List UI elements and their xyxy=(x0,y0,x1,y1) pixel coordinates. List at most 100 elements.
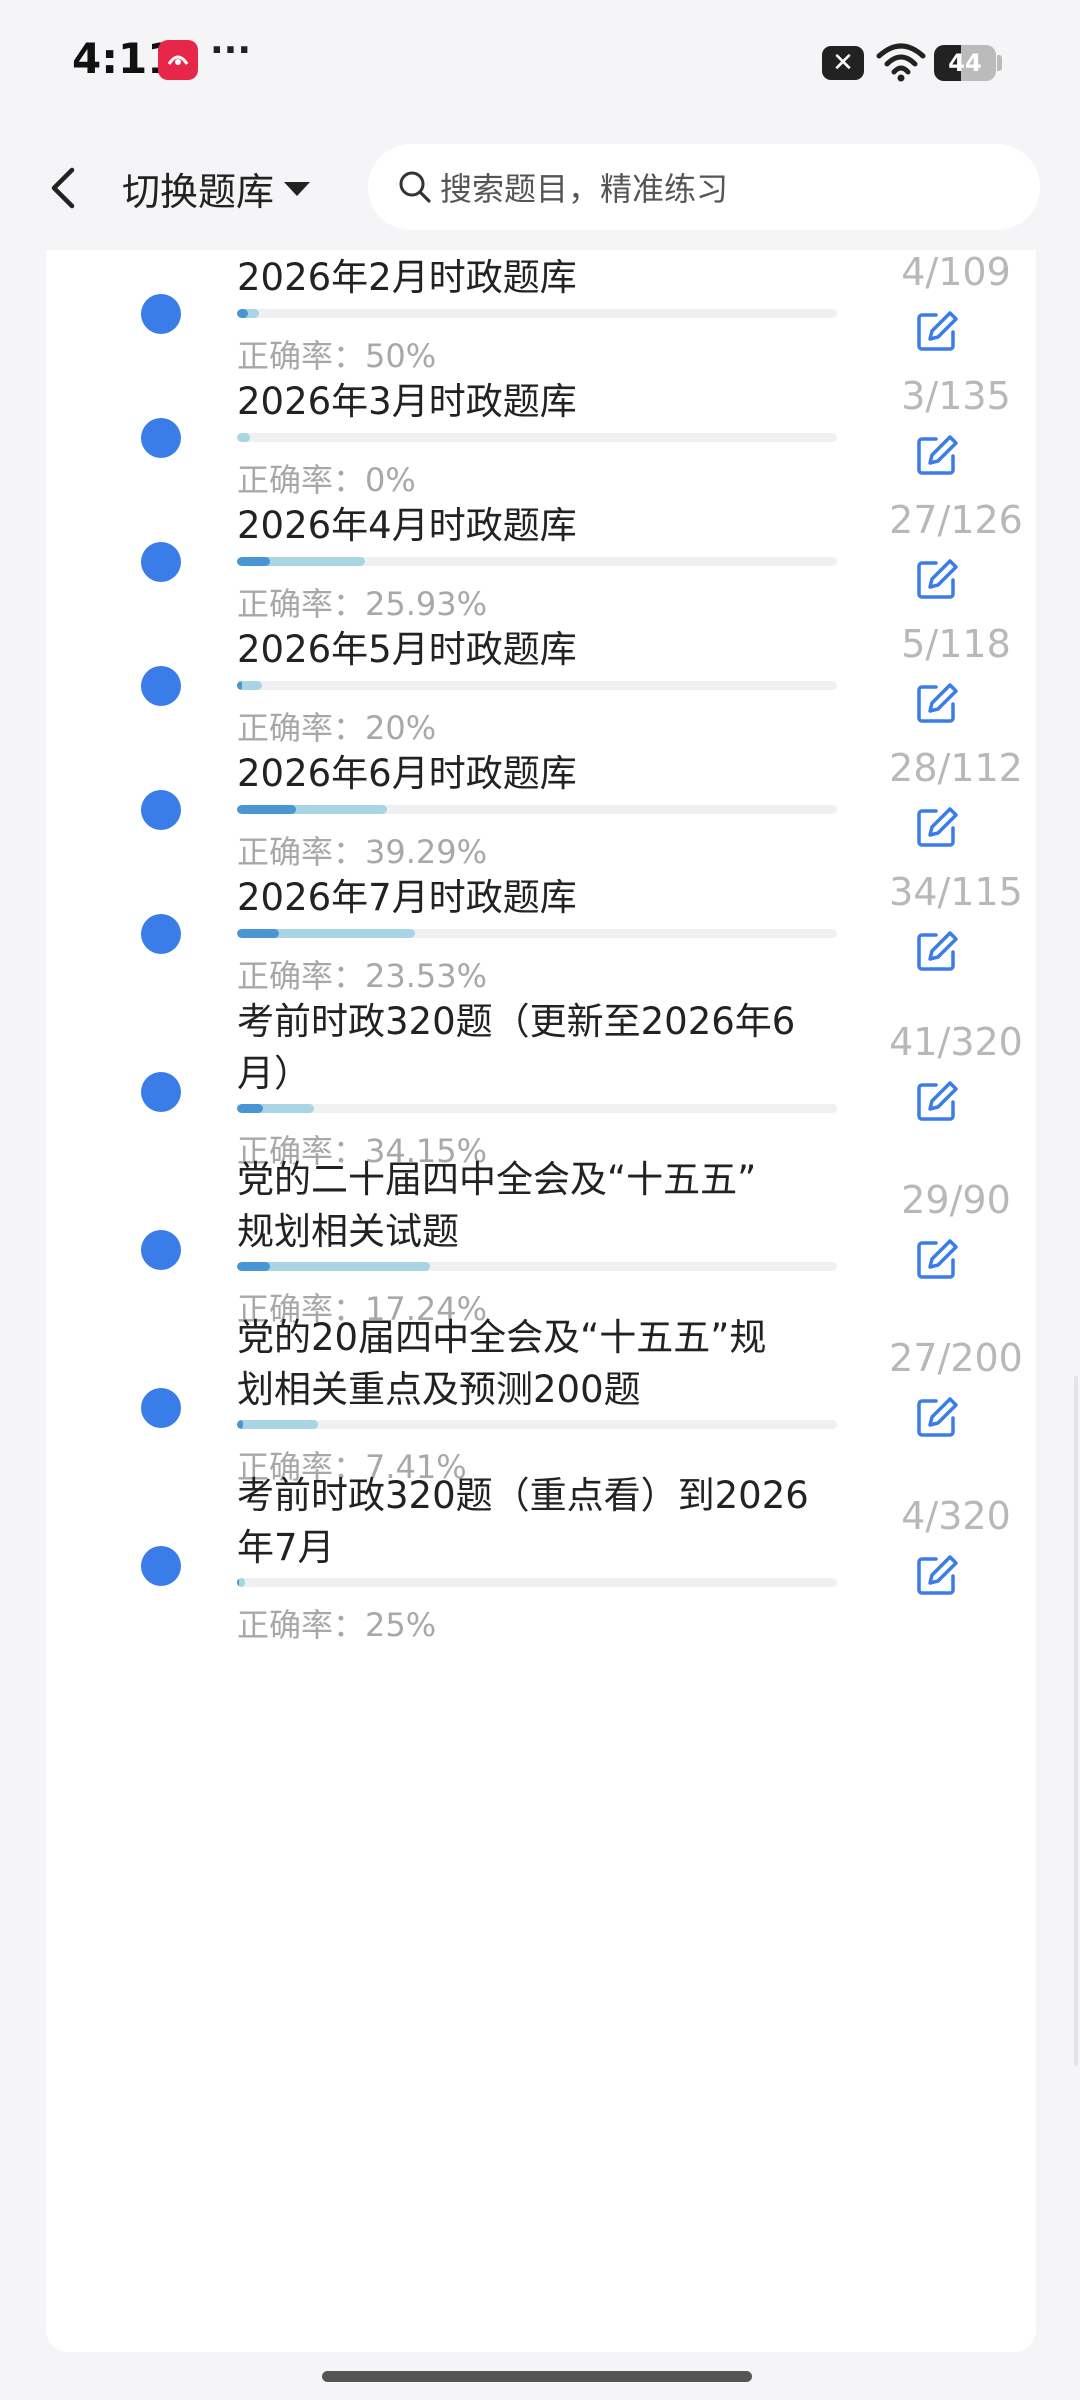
status-dot xyxy=(141,1388,181,1428)
edit-icon xyxy=(917,1081,958,1121)
edit-icon xyxy=(917,1555,958,1595)
progress-bar xyxy=(237,557,837,566)
practice-button[interactable] xyxy=(914,1078,960,1124)
list-item[interactable]: 2026年7月时政题库 正确率：23.53% 34/115 xyxy=(46,852,1036,995)
progress-bar xyxy=(237,929,837,938)
progress-correct-fill xyxy=(237,1420,243,1429)
item-title: 2026年4月时政题库 xyxy=(237,504,577,547)
item-title: 规划相关试题 xyxy=(237,1210,459,1253)
wifi-icon xyxy=(876,42,926,82)
list-item[interactable]: 2026年4月时政题库 正确率：25.93% 27/126 xyxy=(46,480,1036,623)
progress-correct-fill xyxy=(237,1578,239,1587)
progress-count: 41/320 xyxy=(889,1020,1023,1064)
progress-bar xyxy=(237,681,837,690)
progress-count: 29/90 xyxy=(901,1178,1011,1222)
close-badge-icon: ✕ xyxy=(822,46,864,80)
item-title: 党的二十届四中全会及“十五五” xyxy=(237,1158,757,1201)
progress-fill xyxy=(237,1420,318,1429)
item-title: 2026年7月时政题库 xyxy=(237,876,577,919)
battery-cap xyxy=(997,55,1002,71)
item-title: 考前时政320题（更新至2026年6 xyxy=(237,1000,796,1043)
back-button[interactable] xyxy=(40,160,90,216)
progress-count: 34/115 xyxy=(889,870,1023,914)
progress-count: 5/118 xyxy=(901,622,1011,666)
item-title: 2026年5月时政题库 xyxy=(237,628,577,671)
progress-count: 27/126 xyxy=(889,498,1023,542)
edit-icon xyxy=(917,1239,958,1279)
status-dot xyxy=(141,1546,181,1586)
accuracy-text: 正确率：25% xyxy=(237,1606,437,1644)
more-notifications-icon: ··· xyxy=(210,30,252,71)
progress-correct-fill xyxy=(237,1104,264,1113)
edit-icon xyxy=(917,1397,958,1437)
practice-button[interactable] xyxy=(914,432,960,478)
home-indicator[interactable] xyxy=(322,2371,752,2382)
practice-button[interactable] xyxy=(914,308,960,354)
item-title: 2026年6月时政题库 xyxy=(237,752,577,795)
status-dot xyxy=(141,1072,181,1112)
list-item[interactable]: 考前时政320题（重点看）到2026 年7月 正确率：25% 4/320 xyxy=(46,1450,1036,1644)
list-item[interactable]: 2026年2月时政题库 正确率：50% 4/109 xyxy=(46,250,1036,375)
progress-fill xyxy=(237,433,251,442)
practice-button[interactable] xyxy=(914,804,960,850)
edit-icon xyxy=(917,559,958,599)
progress-correct-fill xyxy=(237,681,243,690)
battery-percent: 44 xyxy=(948,49,982,77)
search-icon xyxy=(399,171,431,203)
list-item[interactable]: 党的20届四中全会及“十五五”规 划相关重点及预测200题 正确率：7.41% 27/… xyxy=(46,1292,1036,1486)
practice-button[interactable] xyxy=(914,928,960,974)
status-dot xyxy=(141,294,181,334)
edit-icon xyxy=(917,931,958,971)
item-title: 2026年2月时政题库 xyxy=(237,256,577,299)
list-item[interactable]: 2026年6月时政题库 正确率：39.29% 28/112 xyxy=(46,728,1036,871)
search-input[interactable]: 搜索题目，精准练习 xyxy=(368,144,1040,230)
search-placeholder: 搜索题目，精准练习 xyxy=(440,170,729,208)
practice-button[interactable] xyxy=(914,556,960,602)
app-screen: 4:11 ··· ✕ 44 切换题库 搜索题目，精准练习 2026年2月时政题库… xyxy=(0,0,1080,2400)
status-bar: 4:11 ··· ✕ 44 xyxy=(0,0,1080,124)
app-notification-icon xyxy=(158,40,198,80)
progress-count: 3/135 xyxy=(901,374,1011,418)
list-item[interactable]: 考前时政320题（更新至2026年6 月） 正确率：34.15% 41/320 xyxy=(46,976,1036,1170)
edit-icon xyxy=(917,807,958,847)
status-dot xyxy=(141,790,181,830)
chevron-left-icon xyxy=(51,167,75,209)
item-title: 月） xyxy=(237,1052,311,1095)
progress-bar xyxy=(237,309,837,318)
progress-correct-fill xyxy=(237,1262,271,1271)
item-title: 划相关重点及预测200题 xyxy=(237,1368,641,1411)
progress-count: 4/109 xyxy=(901,250,1011,294)
status-dot xyxy=(141,418,181,458)
progress-bar xyxy=(237,805,837,814)
practice-button[interactable] xyxy=(914,1552,960,1598)
status-dot xyxy=(141,1230,181,1270)
progress-count: 4/320 xyxy=(901,1494,1011,1538)
item-title: 2026年3月时政题库 xyxy=(237,380,577,423)
status-dot xyxy=(141,666,181,706)
progress-correct-fill xyxy=(237,805,296,814)
progress-bar xyxy=(237,433,837,442)
battery-icon: 44 xyxy=(934,45,996,81)
scrollbar[interactable] xyxy=(1074,1376,1078,2066)
list-item[interactable]: 2026年5月时政题库 正确率：20% 5/118 xyxy=(46,604,1036,747)
edit-icon xyxy=(917,311,958,351)
list-item[interactable]: 2026年3月时政题库 正确率：0% 3/135 xyxy=(46,356,1036,499)
top-bar: 切换题库 搜索题目，精准练习 xyxy=(0,124,1080,250)
practice-button[interactable] xyxy=(914,1236,960,1282)
progress-bar xyxy=(237,1420,837,1429)
progress-correct-fill xyxy=(237,929,279,938)
practice-button[interactable] xyxy=(914,680,960,726)
switch-bank-button[interactable]: 切换题库 xyxy=(122,158,311,218)
progress-bar xyxy=(237,1262,837,1271)
caret-down-icon xyxy=(284,182,311,196)
practice-button[interactable] xyxy=(914,1394,960,1440)
progress-bar xyxy=(237,1578,837,1587)
list-item[interactable]: 党的二十届四中全会及“十五五” 规划相关试题 正确率：17.24% 29/90 xyxy=(46,1134,1036,1328)
edit-icon xyxy=(917,435,958,475)
progress-bar xyxy=(237,1104,837,1113)
edit-icon xyxy=(917,683,958,723)
item-title: 考前时政320题（重点看）到2026 xyxy=(237,1474,809,1517)
item-title: 党的20届四中全会及“十五五”规 xyxy=(237,1316,767,1359)
progress-count: 27/200 xyxy=(889,1336,1023,1380)
status-dot xyxy=(141,542,181,582)
